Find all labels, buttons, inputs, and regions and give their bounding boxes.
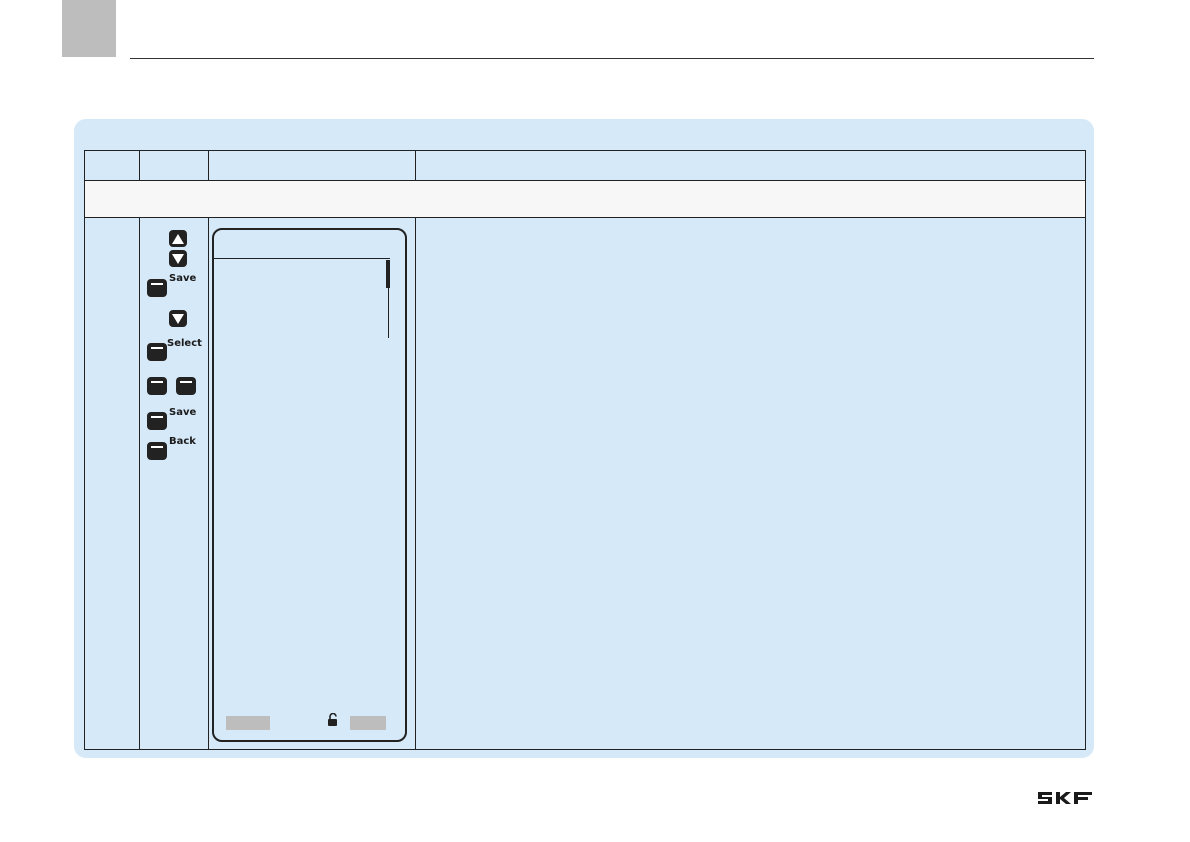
scrollbar-thumb [386,260,390,288]
save-key-icon [147,412,167,430]
page-tab [62,0,116,57]
down-arrow-icon [169,310,187,327]
header-rule [130,58,1094,59]
save-key-label: Save [169,407,197,418]
select-key-icon [147,343,167,361]
right-softkey-box [350,716,386,730]
unlocked-lock-icon [327,712,339,732]
up-arrow-icon [169,230,187,247]
select-key-label: Select [167,338,202,349]
save-key-icon [147,279,167,297]
device-display [212,228,407,742]
left-soft-key-icon [147,377,167,395]
column-divider [208,218,209,749]
save-key-label: Save [169,273,197,284]
display-title-rule [214,258,390,259]
right-soft-key-icon [176,377,196,395]
header-divider [415,151,416,181]
left-softkey-box [226,716,270,730]
header-divider [139,151,140,181]
down-arrow-icon [169,250,187,267]
header-divider [208,151,209,181]
back-key-icon [147,442,167,460]
skf-logo [1036,790,1094,811]
table-header-row [84,150,1086,181]
section-row [84,180,1086,218]
back-key-label: Back [169,436,196,447]
column-divider [415,218,416,749]
column-divider [139,218,140,749]
